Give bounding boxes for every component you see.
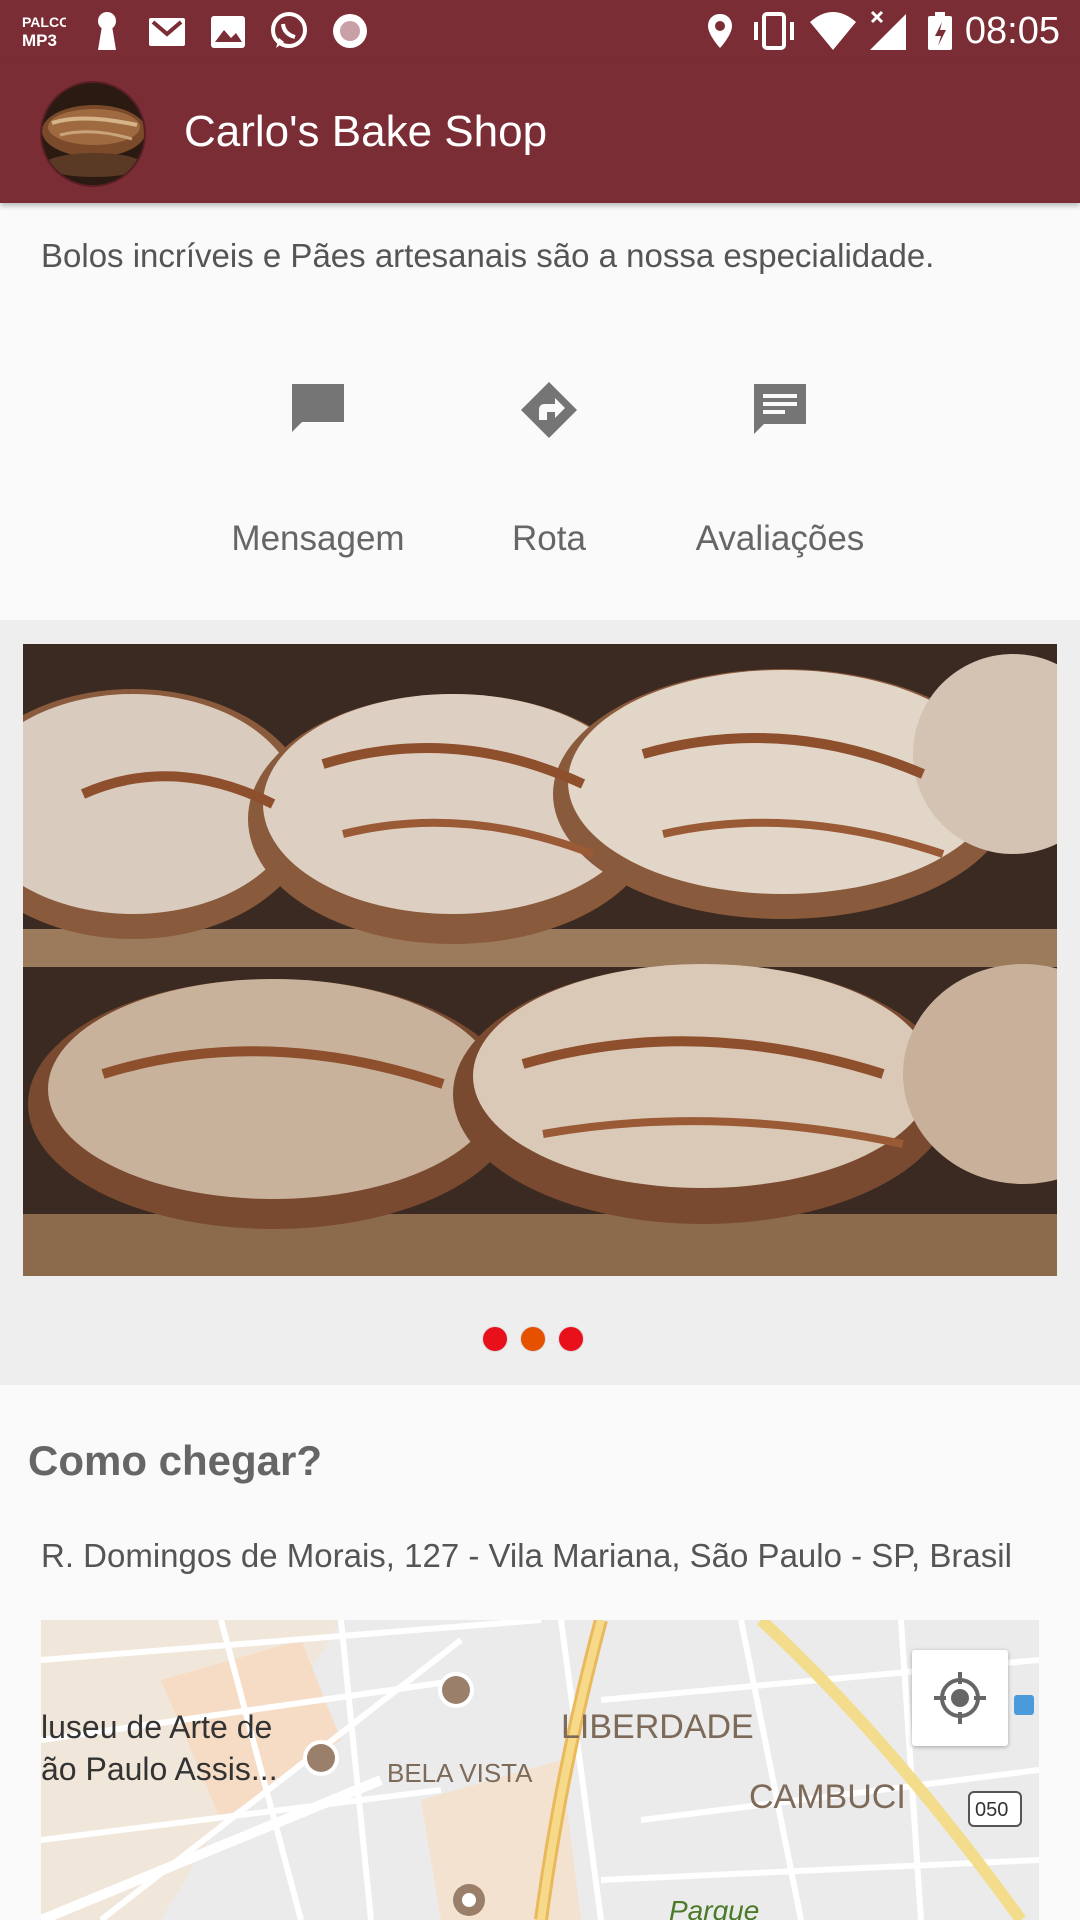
carousel-indicator — [0, 1326, 1080, 1356]
message-action-label: Mensagem — [231, 519, 405, 558]
vibrate-icon — [754, 12, 794, 50]
directions-title: Como chegar? — [28, 1437, 323, 1484]
reviews-action-button[interactable]: Avaliações — [680, 380, 880, 560]
map-road-shield: 050 — [975, 1799, 1008, 1821]
route-action-label: Rota — [512, 519, 586, 558]
carousel-dot[interactable] — [482, 1326, 508, 1352]
directions-icon — [521, 382, 577, 438]
map-label-museum: luseu de Arte de — [41, 1709, 272, 1745]
app-title: Carlo's Bake Shop — [184, 107, 548, 156]
reviews-icon — [754, 384, 806, 434]
battery-icon — [928, 12, 952, 50]
image-carousel[interactable] — [0, 620, 1080, 1385]
map-label-bela-vista: BELA VISTA — [387, 1758, 533, 1788]
map-label-parque: Parque — [669, 1895, 759, 1920]
bread-avatar-image — [42, 83, 144, 185]
route-action-button[interactable]: Rota — [449, 380, 649, 560]
map-tiles: luseu de Arte de ão Paulo Assis... BELA … — [41, 1620, 1039, 1920]
avatar[interactable] — [40, 81, 146, 187]
reviews-action-label: Avaliações — [695, 519, 865, 558]
app-bar: Carlo's Bake Shop — [0, 62, 1080, 203]
map-label-museum-2: ão Paulo Assis... — [41, 1751, 278, 1787]
gmail-icon — [149, 18, 185, 46]
carousel-dot[interactable] — [558, 1326, 584, 1352]
message-action-button[interactable]: Mensagem — [218, 380, 418, 560]
shop-address: R. Domingos de Morais, 127 - Vila Marian… — [41, 1537, 1012, 1574]
wifi-icon — [810, 12, 856, 50]
status-time: 08:05 — [964, 10, 1060, 52]
location-icon — [708, 14, 732, 48]
message-icon — [292, 384, 344, 432]
svg-text:PALCO: PALCO — [22, 14, 66, 30]
map-label-liberdade: LIBERDADE — [561, 1708, 754, 1746]
svg-text:MP3: MP3 — [22, 31, 57, 50]
image-icon — [211, 16, 245, 48]
keyhole-icon — [98, 12, 116, 50]
status-bar: PALCO MP3 08:05 — [0, 0, 1080, 62]
whatsapp-icon — [271, 12, 307, 48]
map-label-cambuci: CAMBUCI — [749, 1778, 906, 1816]
signal-icon — [870, 10, 906, 50]
palco-mp3-icon: PALCO MP3 — [22, 14, 66, 50]
record-icon — [333, 14, 367, 48]
my-location-button[interactable] — [912, 1650, 1008, 1746]
shop-tagline: Bolos incríveis e Pães artesanais são a … — [41, 237, 935, 274]
location-map[interactable]: luseu de Arte de ão Paulo Assis... BELA … — [41, 1620, 1039, 1920]
crosshair-icon — [934, 1672, 986, 1724]
carousel-dot-active[interactable] — [520, 1326, 546, 1352]
bread-loaves-photo — [23, 644, 1057, 1276]
